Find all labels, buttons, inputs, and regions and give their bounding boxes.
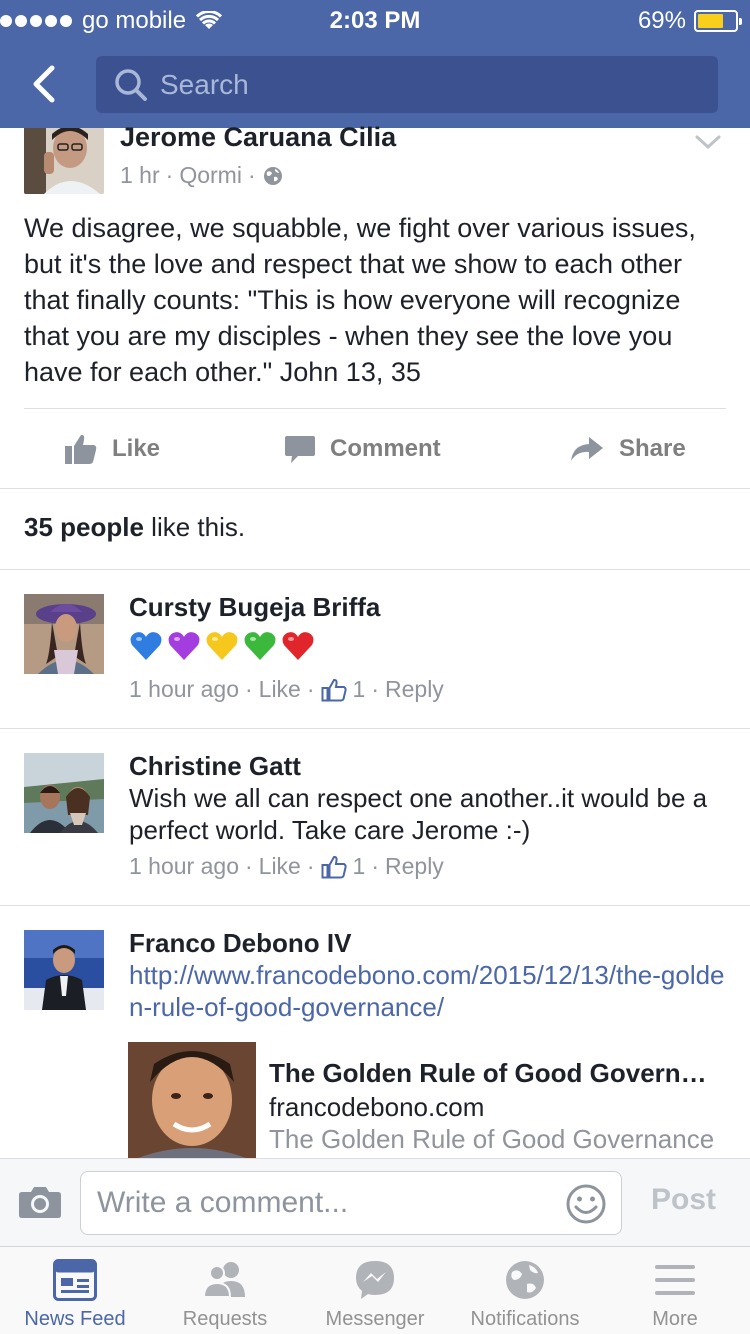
meta-separator: · (165, 162, 174, 188)
battery-percent: 69% (637, 7, 686, 34)
comment-button[interactable]: Comment (284, 410, 441, 488)
tab-label: Messenger (325, 1308, 425, 1330)
comment-item: Cursty Bugeja Briffa 1 hour ago · Like ·… (0, 570, 750, 728)
share-label: Share (619, 435, 686, 462)
post-location[interactable]: Qormi (179, 162, 242, 189)
post-author-name[interactable]: Jerome Caruana Cilia (120, 122, 396, 153)
link-preview-domain: francodebono.com (269, 1092, 485, 1122)
comment-composer: Post (0, 1158, 750, 1246)
divider (0, 488, 750, 489)
like-button[interactable]: Like (64, 410, 160, 488)
commenter-avatar[interactable] (24, 753, 104, 833)
link-preview-description: The Golden Rule of Good Governance (269, 1124, 715, 1154)
thumbs-up-outline-icon (321, 855, 347, 878)
tab-news-feed[interactable]: News Feed (0, 1247, 150, 1334)
blue-heart-icon (130, 632, 162, 660)
share-button[interactable]: Share (569, 410, 686, 488)
likes-count-rest: like this. (143, 512, 246, 542)
menu-icon (655, 1265, 695, 1295)
comment-reply-button[interactable]: Reply (385, 853, 444, 880)
search-bar[interactable] (96, 56, 718, 113)
comment-meta: 1 hour ago · Like · 1 · Reply (129, 676, 444, 703)
friend-requests-icon (203, 1262, 245, 1298)
battery-indicator: 69% (637, 7, 742, 35)
back-button[interactable] (24, 60, 70, 108)
purple-heart-icon (168, 632, 200, 660)
post-body: We disagree, we squabble, we fight over … (24, 213, 696, 387)
chevron-down-icon[interactable] (694, 132, 722, 152)
comment-input[interactable] (97, 1186, 557, 1220)
commenter-avatar[interactable] (24, 594, 104, 674)
link-preview-image (128, 1042, 256, 1158)
likes-count-bold: 35 people (24, 512, 144, 542)
comment-icon (285, 436, 315, 463)
meta-separator: · (244, 853, 253, 879)
thumbs-up-outline-icon (321, 678, 347, 701)
post-comment-button[interactable]: Post (651, 1183, 716, 1217)
status-bar: go mobile 2:03 PM 69% (0, 0, 750, 40)
emoji-hearts (129, 630, 315, 662)
tab-notifications[interactable]: Notifications (450, 1247, 600, 1334)
search-icon (115, 68, 147, 101)
globe-icon (506, 1261, 544, 1299)
commenter-avatar[interactable] (24, 930, 104, 1010)
post-actions: Like Comment Share (0, 410, 750, 488)
green-heart-icon (244, 632, 276, 660)
meta-separator: · (306, 676, 315, 702)
post-header: Jerome Caruana Cilia 1 hr · Qormi · (24, 122, 726, 198)
camera-icon[interactable] (18, 1185, 62, 1219)
comment-like-count[interactable]: 1 (353, 853, 366, 880)
tab-requests[interactable]: Requests (150, 1247, 300, 1334)
top-bar: go mobile 2:03 PM 69% (0, 0, 750, 128)
thumbs-up-icon (65, 434, 97, 464)
comment-label: Comment (330, 435, 441, 462)
news-feed-icon (53, 1259, 97, 1301)
author-avatar[interactable] (24, 128, 104, 194)
likes-summary[interactable]: 35 people like this. (24, 512, 245, 543)
meta-separator: · (371, 676, 379, 702)
meta-separator: · (247, 162, 256, 188)
comment-field[interactable] (80, 1171, 622, 1235)
comment-like-button[interactable]: Like (259, 676, 301, 703)
post-meta: 1 hr · Qormi · (120, 162, 284, 189)
comment-link[interactable]: http://www.francodebono.com/2015/12/13/t… (129, 959, 729, 1023)
comment-meta: 1 hour ago · Like · 1 · Reply (129, 853, 444, 880)
post-time[interactable]: 1 hr (120, 162, 160, 189)
messenger-icon (356, 1261, 394, 1299)
tab-label: Notifications (470, 1308, 580, 1330)
globe-icon (263, 166, 282, 185)
tab-label: Requests (182, 1308, 268, 1330)
commenter-name[interactable]: Cursty Bugeja Briffa (129, 592, 380, 623)
meta-separator: · (371, 853, 379, 879)
meta-separator: · (244, 676, 253, 702)
share-icon (571, 437, 603, 461)
comment-time[interactable]: 1 hour ago (129, 676, 239, 703)
tab-label: News Feed (24, 1308, 126, 1330)
comment-reply-button[interactable]: Reply (385, 676, 444, 703)
tab-messenger[interactable]: Messenger (300, 1247, 450, 1334)
comment-like-count[interactable]: 1 (353, 676, 366, 703)
divider (24, 408, 726, 409)
comment-text: Wish we all can respect one another..it … (129, 783, 708, 845)
link-preview[interactable]: The Golden Rule of Good Governance franc… (128, 1042, 728, 1158)
tab-bar: News Feed Requests Messenger Notificatio… (0, 1246, 750, 1334)
battery-level-fill (698, 14, 723, 28)
like-label: Like (112, 435, 161, 462)
search-input[interactable] (160, 68, 680, 101)
tab-more[interactable]: More (600, 1247, 750, 1334)
comment-like-button[interactable]: Like (259, 853, 301, 880)
red-heart-icon (282, 632, 314, 660)
emoji-smiley-icon[interactable] (565, 1183, 607, 1225)
chevron-left-icon (33, 65, 55, 103)
tab-label: More (652, 1308, 698, 1330)
meta-separator: · (306, 853, 315, 879)
link-preview-title: The Golden Rule of Good Governance (269, 1058, 719, 1088)
comment-time[interactable]: 1 hour ago (129, 853, 239, 880)
battery-icon (694, 10, 742, 32)
yellow-heart-icon (206, 632, 238, 660)
comment-item: Christine Gatt Wish we all can respect o… (0, 729, 750, 905)
commenter-name[interactable]: Franco Debono IV (129, 928, 351, 959)
commenter-name[interactable]: Christine Gatt (129, 751, 301, 782)
